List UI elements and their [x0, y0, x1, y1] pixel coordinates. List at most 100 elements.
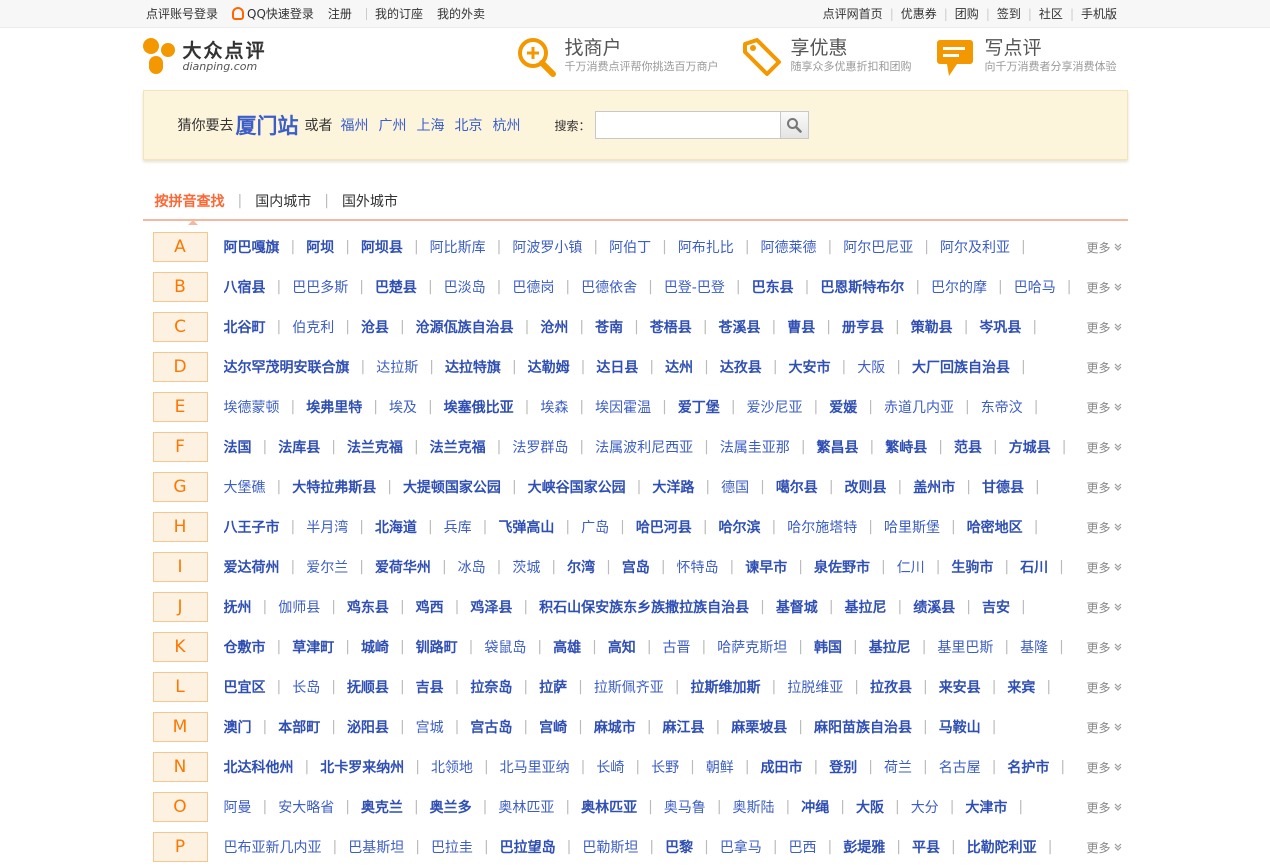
- more-link[interactable]: 更多: [1086, 639, 1122, 656]
- city-link[interactable]: 广岛: [581, 517, 609, 537]
- city-link[interactable]: 宫崎: [539, 717, 567, 737]
- city-link[interactable]: 法属波利尼西亚: [595, 437, 693, 457]
- site-logo[interactable]: 大众点评 dianping.com: [142, 38, 267, 76]
- alt-city-link[interactable]: 杭州: [493, 115, 521, 135]
- city-link[interactable]: 古晋: [663, 637, 691, 657]
- search-button[interactable]: [780, 111, 809, 139]
- city-link[interactable]: 基督城: [776, 597, 818, 617]
- city-link[interactable]: 爱荷华州: [375, 557, 431, 577]
- city-link[interactable]: 冰岛: [458, 557, 486, 577]
- city-link[interactable]: 基拉尼: [869, 637, 911, 657]
- city-link[interactable]: 拉脱维亚: [787, 677, 843, 697]
- city-link[interactable]: 北达科他州: [224, 757, 294, 777]
- city-link[interactable]: 鸡泽县: [470, 597, 512, 617]
- city-link[interactable]: 麻城市: [594, 717, 636, 737]
- city-link[interactable]: 沧州: [540, 317, 568, 337]
- city-link[interactable]: 达尔罕茂明安联合旗: [224, 357, 350, 377]
- city-link[interactable]: 盖州市: [913, 477, 955, 497]
- city-link[interactable]: 澳门: [224, 717, 252, 737]
- city-link[interactable]: 法兰克福: [430, 437, 486, 457]
- city-link[interactable]: 阿坝县: [361, 237, 403, 257]
- city-link[interactable]: 名护市: [1007, 757, 1049, 777]
- city-link[interactable]: 朝鲜: [706, 757, 734, 777]
- city-link[interactable]: 抚州: [224, 597, 252, 617]
- city-link[interactable]: 巴勒斯坦: [582, 837, 638, 857]
- coupons-link[interactable]: 优惠券: [894, 5, 944, 22]
- city-link[interactable]: 巴基斯坦: [348, 837, 404, 857]
- city-link[interactable]: 爱媛: [829, 397, 857, 417]
- mobile-link[interactable]: 手机版: [1074, 5, 1124, 22]
- city-link[interactable]: 北海道: [375, 517, 417, 537]
- city-link[interactable]: 阿波罗小镇: [512, 237, 582, 257]
- city-link[interactable]: 岑巩县: [979, 317, 1021, 337]
- city-link[interactable]: 比勒陀利亚: [967, 837, 1037, 857]
- group-buy-link[interactable]: 团购: [948, 5, 986, 22]
- city-link[interactable]: 彭堤雅: [843, 837, 885, 857]
- city-link[interactable]: 高雄: [553, 637, 581, 657]
- qq-login-link[interactable]: QQ快速登录: [232, 5, 314, 22]
- city-link[interactable]: 北卡罗来纳州: [320, 757, 404, 777]
- city-link[interactable]: 巴登-巴登: [664, 277, 725, 297]
- city-link[interactable]: 繁昌县: [817, 437, 859, 457]
- city-link[interactable]: 苍溪县: [719, 317, 761, 337]
- register-link[interactable]: 注册: [328, 5, 352, 22]
- city-link[interactable]: 高知: [608, 637, 636, 657]
- city-link[interactable]: 东帝汶: [981, 397, 1023, 417]
- city-link[interactable]: 冲绳: [801, 797, 829, 817]
- city-link[interactable]: 达拉斯: [376, 357, 418, 377]
- city-link[interactable]: 哈里斯堡: [884, 517, 940, 537]
- city-link[interactable]: 吉县: [416, 677, 444, 697]
- city-link[interactable]: 八王子市: [224, 517, 280, 537]
- city-link[interactable]: 长崎: [596, 757, 624, 777]
- city-link[interactable]: 麻阳苗族自治县: [814, 717, 912, 737]
- city-link[interactable]: 噶尔县: [776, 477, 818, 497]
- city-link[interactable]: 法国: [224, 437, 252, 457]
- city-link[interactable]: 埃塞俄比亚: [444, 397, 514, 417]
- city-link[interactable]: 奥林匹亚: [581, 797, 637, 817]
- city-link[interactable]: 苍南: [595, 317, 623, 337]
- city-link[interactable]: 巴哈马: [1014, 277, 1056, 297]
- more-link[interactable]: 更多: [1086, 279, 1122, 296]
- city-link[interactable]: 爱丁堡: [678, 397, 720, 417]
- city-link[interactable]: 长野: [651, 757, 679, 777]
- feature-discounts[interactable]: 享优惠 随享众多优惠折扣和团购: [741, 36, 912, 78]
- city-link[interactable]: 巴宜区: [224, 677, 266, 697]
- city-link[interactable]: 钏路町: [416, 637, 458, 657]
- alt-city-link[interactable]: 上海: [417, 115, 445, 135]
- city-link[interactable]: 改则县: [845, 477, 887, 497]
- tab-domestic[interactable]: 国内城市: [255, 191, 311, 211]
- city-link[interactable]: 安大略省: [278, 797, 334, 817]
- city-link[interactable]: 法库县: [278, 437, 320, 457]
- city-link[interactable]: 拉斯佩齐亚: [594, 677, 664, 697]
- city-link[interactable]: 阿布扎比: [678, 237, 734, 257]
- city-link[interactable]: 哈巴河县: [636, 517, 692, 537]
- city-link[interactable]: 奥兰多: [430, 797, 472, 817]
- city-link[interactable]: 长岛: [292, 677, 320, 697]
- city-link[interactable]: 大峡谷国家公园: [528, 477, 626, 497]
- city-link[interactable]: 法罗群岛: [512, 437, 568, 457]
- city-link[interactable]: 鸡东县: [347, 597, 389, 617]
- city-link[interactable]: 拉萨: [539, 677, 567, 697]
- city-link[interactable]: 大津市: [965, 797, 1007, 817]
- city-link[interactable]: 埃弗里特: [306, 397, 362, 417]
- city-link[interactable]: 绩溪县: [913, 597, 955, 617]
- city-link[interactable]: 巴淡岛: [444, 277, 486, 297]
- city-link[interactable]: 阿比斯库: [430, 237, 486, 257]
- city-link[interactable]: 巴尔的摩: [931, 277, 987, 297]
- city-link[interactable]: 生驹市: [951, 557, 993, 577]
- city-link[interactable]: 茨城: [512, 557, 540, 577]
- tab-pinyin[interactable]: 按拼音查找: [155, 191, 225, 211]
- city-link[interactable]: 北谷町: [224, 317, 266, 337]
- city-link[interactable]: 草津町: [292, 637, 334, 657]
- community-link[interactable]: 社区: [1032, 5, 1070, 22]
- city-link[interactable]: 阿坝: [306, 237, 334, 257]
- city-link[interactable]: 巴布亚新几内亚: [224, 837, 322, 857]
- city-link[interactable]: 巴东县: [752, 277, 794, 297]
- city-link[interactable]: 阿伯丁: [609, 237, 651, 257]
- city-link[interactable]: 巴恩斯特布尔: [820, 277, 904, 297]
- city-link[interactable]: 法兰克福: [347, 437, 403, 457]
- city-link[interactable]: 赤道几内亚: [884, 397, 954, 417]
- more-link[interactable]: 更多: [1086, 679, 1122, 696]
- city-link[interactable]: 达日县: [596, 357, 638, 377]
- city-link[interactable]: 宫古岛: [470, 717, 512, 737]
